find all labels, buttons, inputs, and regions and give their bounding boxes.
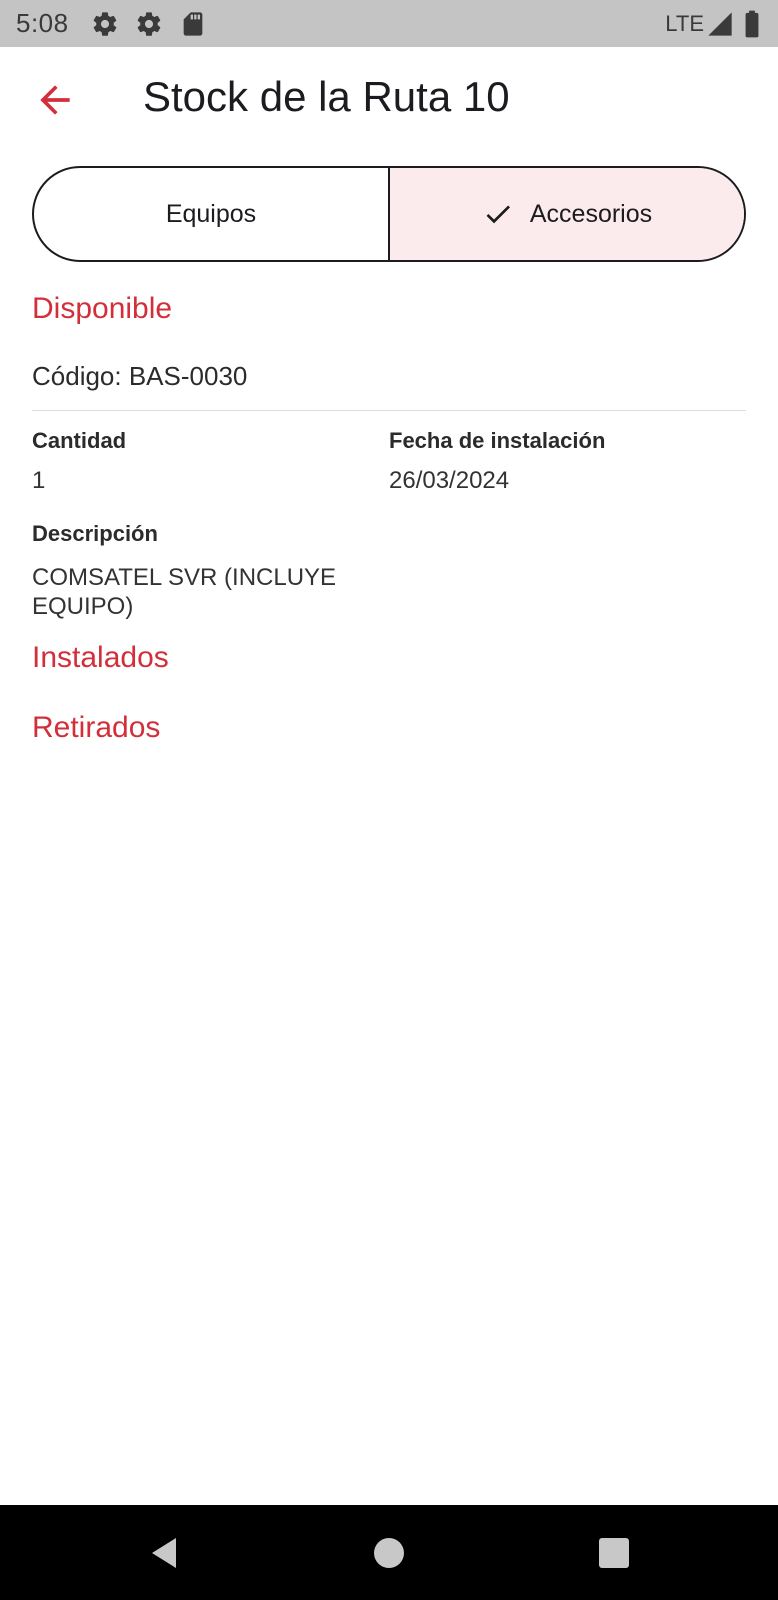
quantity-label: Cantidad <box>32 428 127 453</box>
system-nav-bar <box>0 1505 778 1600</box>
settings-icon <box>91 10 119 38</box>
install-date-label: Fecha de instalación <box>389 428 606 453</box>
page-title: Stock de la Ruta 10 <box>143 73 510 120</box>
description-value: COMSATEL SVR (INCLUYE EQUIPO) <box>32 564 337 620</box>
item-code: Código: BAS-0030 <box>32 361 248 391</box>
sd-card-icon <box>179 10 207 38</box>
quantity-value: 1 <box>32 467 46 494</box>
divider <box>32 410 746 411</box>
signal-icon <box>706 10 734 38</box>
arrow-back-icon <box>33 78 77 122</box>
status-time: 5:08 <box>16 8 69 38</box>
battery-icon <box>744 10 762 38</box>
tab-label: Equipos <box>165 199 257 228</box>
nav-home-icon[interactable] <box>371 1535 407 1571</box>
status-bar: 5:08 LTE <box>0 0 778 47</box>
network-type: LTE <box>665 10 704 36</box>
section-title-retirados[interactable]: Retirados <box>32 711 160 745</box>
section-title-instalados[interactable]: Instalados <box>32 641 169 675</box>
tab-equipos[interactable]: Equipos <box>34 168 388 260</box>
tab-label: Accesorios <box>529 199 653 228</box>
app-bar: Stock de la Ruta 10 <box>0 47 778 151</box>
install-date-value: 26/03/2024 <box>389 467 510 494</box>
back-button[interactable] <box>30 75 80 125</box>
nav-recents-icon[interactable] <box>596 1535 632 1571</box>
description-label: Descripción <box>32 521 158 546</box>
check-icon <box>482 198 514 230</box>
tab-accesorios[interactable]: Accesorios <box>388 168 744 260</box>
nav-back-icon[interactable] <box>146 1535 182 1571</box>
section-title-disponible: Disponible <box>32 292 173 325</box>
settings-icon <box>135 10 163 38</box>
segmented-tabs: Equipos Accesorios <box>32 166 746 262</box>
